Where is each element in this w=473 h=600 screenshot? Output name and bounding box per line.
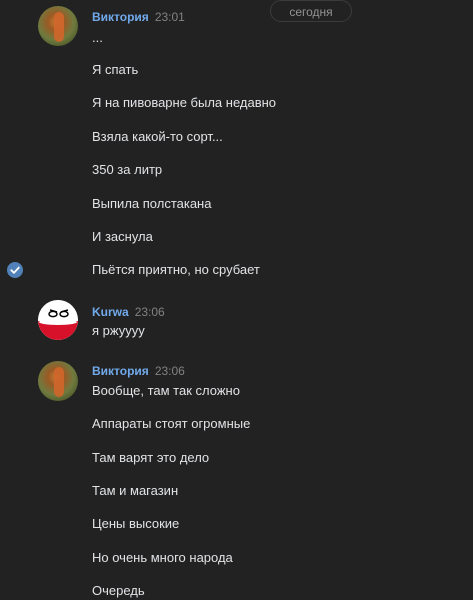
- check-circle-icon[interactable]: [7, 262, 23, 278]
- date-divider[interactable]: сегодня: [270, 0, 352, 22]
- message-text: я ржуууу: [92, 323, 145, 338]
- message-text: ...: [92, 30, 103, 45]
- message-text: Взяла какой-то сорт...: [92, 129, 223, 144]
- message-text: Там варят это дело: [92, 450, 210, 465]
- message-text: Выпила полстакана: [92, 196, 212, 211]
- message-time[interactable]: 23:06: [135, 305, 165, 319]
- message-header: Виктория 23:06: [92, 363, 185, 379]
- message-header: Kurwa 23:06: [92, 304, 165, 320]
- author-name[interactable]: Виктория: [92, 364, 149, 378]
- message-text: Цены высокие: [92, 516, 180, 531]
- message-text: И заснула: [92, 229, 153, 244]
- message-time[interactable]: 23:06: [155, 364, 185, 378]
- author-name[interactable]: Kurwa: [92, 305, 129, 319]
- message-text: Очередь: [92, 583, 145, 598]
- avatar[interactable]: [38, 361, 78, 401]
- message-time[interactable]: 23:01: [155, 10, 185, 24]
- message-text: Я спать: [92, 62, 139, 77]
- message-text: Я на пивоварне была недавно: [92, 95, 277, 110]
- polandball-avatar[interactable]: [38, 300, 78, 340]
- message-text: Аппараты стоят огромные: [92, 416, 251, 431]
- message-text: Вообще, там так сложно: [92, 383, 240, 398]
- avatar[interactable]: [38, 6, 78, 46]
- message-text: Но очень много народа: [92, 550, 233, 565]
- message-text: Пьётся приятно, но срубает: [92, 262, 260, 277]
- message-text: Там и магазин: [92, 483, 179, 498]
- polandball-icon: [38, 300, 78, 340]
- author-name[interactable]: Виктория: [92, 10, 149, 24]
- message-header: Виктория 23:01: [92, 9, 185, 25]
- message-text: 350 за литр: [92, 162, 163, 177]
